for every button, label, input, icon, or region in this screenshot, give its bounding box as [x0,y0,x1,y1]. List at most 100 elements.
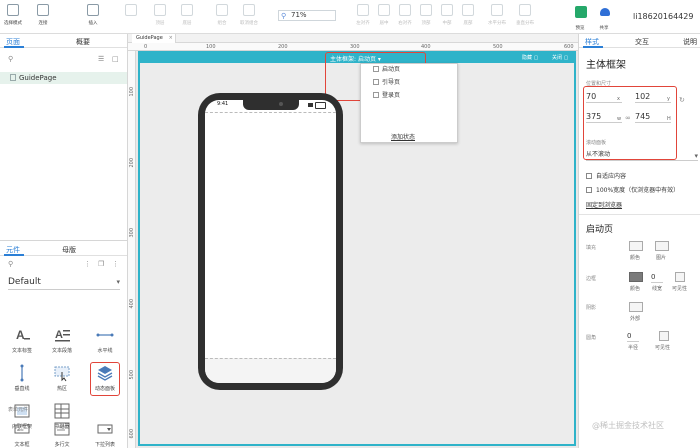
full-width-checkbox[interactable]: 100%宽度（仅浏览器中有效） [586,185,679,194]
toolbar-select-mode-button[interactable]: 选择模式 [0,4,26,26]
hotspot-icon [53,364,71,382]
right-panel: 样式 交互 说明 主体框架 位置和尺寸 70 x 102 y ↻ 375 w ∞… [578,34,700,448]
ungroup-icon [243,4,255,16]
rotate-icon[interactable]: ↻ [679,96,685,104]
add-folder-icon[interactable]: □ [112,55,119,63]
text-label-icon: A [13,326,31,344]
y-field[interactable]: 102 [635,92,671,103]
panel-title: 主体框架 [586,60,626,71]
widget-droplist[interactable]: 下拉列表 [87,420,123,448]
share-button[interactable] [598,6,612,18]
chevron-down-icon: ▾ [116,278,120,286]
widget-text-paragraph[interactable]: A 文本段落 [44,326,80,354]
panel-divider [0,240,127,241]
tab-notes[interactable]: 说明 [683,37,697,47]
page-item-guidepage[interactable]: GuidePage [0,72,127,84]
tab-underline [4,254,24,256]
zoom-select[interactable]: ⚲ 71% [278,10,336,21]
break-away-link[interactable]: 固定到浏览器 [586,200,622,209]
border-color-swatch[interactable] [629,272,643,282]
radius-visibility-button[interactable] [659,331,669,341]
main-toolbar: 选择模式 连接 插入 顶层 底层 组合 取消组合 ⚲ 71% 左对齐 居中 右对齐… [0,0,700,34]
section-divider [579,214,700,215]
shadow-outer-swatch[interactable] [629,302,643,312]
text-field-icon: abc [13,420,31,438]
add-state-link[interactable]: 添加状态 [391,132,415,141]
y-unit: y [667,96,670,102]
height-field[interactable]: 745 [635,112,671,123]
toolbar-point-button[interactable] [118,4,144,19]
h-unit: H [667,116,671,122]
search-icon[interactable]: ⚲ [8,55,13,63]
library-menu-icon[interactable]: ⋮ [84,260,91,268]
ruler-tick: 400 [129,299,135,309]
form-section-label: 表单元件 [8,407,29,413]
scroll-select[interactable]: 从不滚动 ▾ [586,150,698,161]
document-tab-guidepage[interactable]: GuidePage × [132,34,176,43]
pages-tabs: 页面 概要 [0,34,127,48]
toolbar-distribute-h-button[interactable]: 水平分布 [484,4,510,26]
fill-color-label: 颜色 [630,255,641,261]
text-paragraph-icon: A [53,326,71,344]
preview-button[interactable] [575,6,587,18]
left-panel: 页面 概要 ⚲ ☰ □ GuidePage 元件 母版 ⚲ ⋮ ❐ ⋮ Defa… [0,34,128,448]
phone-time: 9:41 [217,101,229,107]
state-item-login[interactable]: 登录页 [373,91,400,101]
page-icon [373,92,379,98]
border-visibility-button[interactable] [675,272,685,282]
tab-underline [4,46,24,48]
scroll-label: 滚动面板 [586,140,607,146]
add-page-icon[interactable]: ☰ [98,55,104,63]
select-mode-icon [7,4,19,16]
border-width-field[interactable]: 0 [651,272,663,283]
checkbox-icon [586,173,592,179]
fill-color-swatch[interactable] [629,241,643,251]
text-area-icon [53,420,71,438]
toolbar-top-layer-button[interactable]: 顶层 [147,4,173,26]
ruler-tick: 600 [129,429,135,439]
ruler-tick: 0 [144,44,148,50]
state-item-launch[interactable]: 启动页 [373,65,400,75]
document-tab-bar: GuidePage × [128,34,578,43]
library-copy-icon[interactable]: ❐ [98,260,104,268]
ruler-tick: 600 [564,44,574,50]
state-section-title: 启动页 [586,225,614,235]
toolbar-distribute-v-button[interactable]: 垂直分布 [512,4,538,26]
fit-content-checkbox[interactable]: 自适应内容 [586,171,626,180]
fill-image-swatch[interactable] [655,241,669,251]
toolbar-insert-button[interactable]: 插入 [80,4,106,26]
state-item-guide[interactable]: 引导页 [373,78,400,88]
close-icon[interactable]: × [169,34,173,43]
align-bottom-icon [462,4,474,16]
toolbar-align-bottom-button[interactable]: 底部 [455,4,481,26]
close-panel-button[interactable]: 关闭 ▢ [552,54,568,61]
library-select[interactable]: Default ▾ [8,277,120,290]
widget-text-label[interactable]: A 文本标签 [4,326,40,354]
widget-horizontal-line[interactable]: 水平线 [87,326,123,354]
toolbar-connect-button[interactable]: 连接 [30,4,56,26]
widget-vertical-line[interactable]: 垂直线 [4,364,40,392]
radius-field[interactable]: 0 [627,331,639,342]
toolbar-bottom-layer-button[interactable]: 底层 [174,4,200,26]
library-more-icon[interactable]: ⋮ [112,260,119,268]
connect-icon [37,4,49,16]
tab-outline[interactable]: 概要 [76,37,90,47]
widget-hotspot[interactable]: 热区 [44,364,80,392]
widget-text-field[interactable]: abc 文本框 [4,420,40,448]
ruler-tick: 200 [278,44,288,50]
toolbar-group-button[interactable]: 组合 [209,4,235,26]
ruler-tick: 100 [129,87,135,97]
user-account[interactable]: li18620164429 [633,12,693,21]
hide-panel-button[interactable]: 隐藏 ▢ [522,54,538,61]
tab-masters[interactable]: 母版 [62,245,76,255]
phone-screen[interactable]: 9:41 [205,100,336,383]
widget-text-area[interactable]: 多行文 [44,420,80,448]
page-icon [373,66,379,72]
search-icon[interactable]: ⚲ [8,260,13,268]
lock-ratio-icon[interactable]: ∞ [625,114,631,122]
align-top-icon [420,4,432,16]
phone-mockup[interactable]: 9:41 [198,93,343,390]
toolbar-ungroup-button[interactable]: 取消组合 [236,4,262,26]
tab-interaction[interactable]: 交互 [635,37,649,47]
point-icon [125,4,137,16]
